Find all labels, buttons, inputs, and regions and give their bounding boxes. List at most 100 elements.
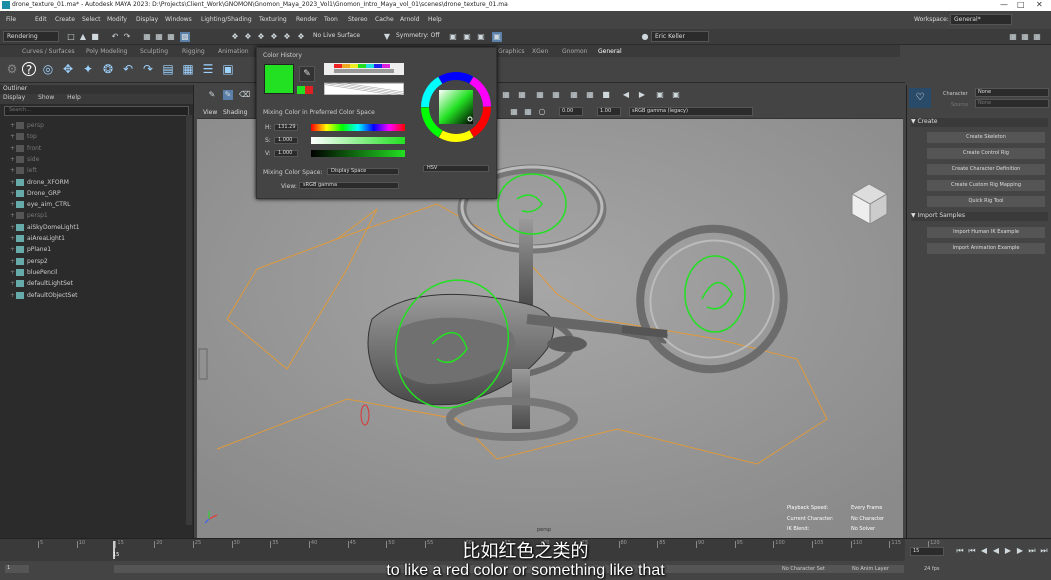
hue-field[interactable]: 131.29 xyxy=(274,124,298,131)
viewport-aa-icon[interactable]: ▣ xyxy=(671,90,681,100)
character-dropdown[interactable]: None xyxy=(975,88,1049,97)
menu-modify[interactable]: Modify xyxy=(107,16,127,23)
snap-point-icon[interactable]: ❖ xyxy=(256,32,266,42)
viewport-colorspace-dropdown[interactable]: sRGB gamma (legacy) xyxy=(629,107,753,116)
menu-lighting-shading[interactable]: Lighting/Shading xyxy=(201,16,252,23)
viewport-exposure-field[interactable]: 0.00 xyxy=(559,107,583,116)
menu-stereo[interactable]: Stereo xyxy=(348,16,368,23)
eyedropper-icon[interactable]: ✎ xyxy=(299,66,315,82)
viewport-film-gate-icon[interactable]: ▦ xyxy=(535,90,545,100)
hue-slider[interactable] xyxy=(311,124,405,131)
shelf-hypershade-icon[interactable]: ▣ xyxy=(221,62,235,76)
value-slider[interactable] xyxy=(311,150,405,157)
select-component-icon[interactable]: ▦ xyxy=(166,32,176,42)
viewport-safe-icon[interactable]: ▦ xyxy=(569,90,579,100)
minimize-icon[interactable]: — xyxy=(1000,0,1008,10)
save-scene-icon[interactable]: ■ xyxy=(90,32,100,42)
outliner-item[interactable]: + persp2 xyxy=(10,257,48,269)
redo-icon[interactable]: ↷ xyxy=(122,32,132,42)
import-human-ik-button[interactable]: Import Human IK Example xyxy=(927,227,1045,238)
snap-view-icon[interactable]: ❖ xyxy=(282,32,292,42)
outliner-item[interactable]: + drone_XFORM xyxy=(10,178,69,190)
viewport-shade-icon[interactable]: ▦ xyxy=(509,107,519,117)
shelf-tab-animation[interactable]: Animation xyxy=(218,48,249,55)
open-scene-icon[interactable]: ▲ xyxy=(78,32,88,42)
viewport-isolate-icon[interactable]: ▦ xyxy=(585,90,595,100)
viewport-wire-icon[interactable]: ▦ xyxy=(523,107,533,117)
menu-edit[interactable]: Edit xyxy=(35,16,47,23)
outliner-item[interactable]: + side xyxy=(10,155,39,167)
saturation-field[interactable]: 1.000 xyxy=(274,137,298,144)
menu-windows[interactable]: Windows xyxy=(165,16,192,23)
undo-icon[interactable]: ↶ xyxy=(110,32,120,42)
shelf-tab-rigging[interactable]: Rigging xyxy=(182,48,205,55)
viewport-gamma-field[interactable]: 1.00 xyxy=(597,107,621,116)
create-character-definition-button[interactable]: Create Character Definition xyxy=(927,164,1045,175)
menu-arnold[interactable]: Arnold xyxy=(400,16,419,23)
outliner-item[interactable]: + aiSkyDomeLight1 xyxy=(10,223,80,235)
user-account-dropdown[interactable]: Eric Keller xyxy=(651,31,709,42)
shelf-tab-general[interactable]: General xyxy=(598,48,622,55)
outliner-item[interactable]: + persp1 xyxy=(10,212,48,223)
viewport-grid-icon[interactable]: ▦ xyxy=(517,90,527,100)
viewport-xray-icon[interactable]: ■ xyxy=(601,90,611,100)
shelf-tab-graphics[interactable]: Graphics xyxy=(498,48,525,55)
source-dropdown[interactable]: None xyxy=(975,99,1049,108)
viewport-frame-icon[interactable]: ▦ xyxy=(501,90,511,100)
workspace-dropdown[interactable]: General* xyxy=(950,14,1012,25)
shelf-undo-icon[interactable]: ↶ xyxy=(121,62,135,76)
history-swatch-green[interactable] xyxy=(297,86,305,94)
shelf-layout-icon[interactable]: ▦ xyxy=(181,62,195,76)
color-mode-dropdown[interactable]: HSV xyxy=(423,165,489,172)
outliner-item[interactable]: + left xyxy=(10,167,37,178)
history-swatch-red[interactable] xyxy=(305,86,313,94)
viewport-menu-view[interactable]: View xyxy=(203,109,217,116)
view-dropdown[interactable]: sRGB gamma xyxy=(299,182,399,189)
outliner-search-input[interactable]: Search... xyxy=(4,106,189,116)
new-scene-icon[interactable]: □ xyxy=(66,32,76,42)
render-view-icon[interactable]: ▣ xyxy=(448,32,458,42)
menu-help[interactable]: Help xyxy=(428,16,442,23)
menu-toon[interactable]: Toon xyxy=(324,16,338,23)
shelf-rotate-icon[interactable]: ❂ xyxy=(101,62,115,76)
ipr-icon[interactable]: ▣ xyxy=(476,32,486,42)
create-custom-rig-mapping-button[interactable]: Create Custom Rig Mapping xyxy=(927,180,1045,191)
outliner-menu-display[interactable]: Display xyxy=(3,94,25,101)
viewport-brush-icon[interactable]: ✎ xyxy=(223,90,233,100)
create-skeleton-button[interactable]: Create Skeleton xyxy=(927,132,1045,143)
select-hierarchy-icon[interactable]: ▦ xyxy=(142,32,152,42)
snap-grid-icon[interactable]: ❖ xyxy=(230,32,240,42)
shelf-tab-gnomon[interactable]: Gnomon xyxy=(562,48,587,55)
viewport-screen-space-icon[interactable]: ▣ xyxy=(655,90,665,100)
shelf-tab-curves[interactable]: Curves / Surfaces xyxy=(22,48,75,55)
quick-rig-tool-button[interactable]: Quick Rig Tool xyxy=(927,196,1045,207)
viewport-prev-icon[interactable]: ◀ xyxy=(621,90,631,100)
shelf-tab-sculpting[interactable]: Sculpting xyxy=(140,48,168,55)
close-icon[interactable]: ✕ xyxy=(1036,0,1043,10)
shelf-gear-icon[interactable]: ⚙ xyxy=(5,62,19,76)
maximize-icon[interactable]: □ xyxy=(1017,0,1025,10)
render-settings-icon[interactable]: ▣ xyxy=(492,32,502,42)
symmetry-icon[interactable]: ▼ xyxy=(382,32,392,42)
create-section-header[interactable]: ▼ Create xyxy=(911,118,1048,127)
shelf-tab-poly[interactable]: Poly Modeling xyxy=(86,48,128,55)
snap-surface-icon[interactable]: ❖ xyxy=(269,32,279,42)
import-section-header[interactable]: ▼ Import Samples xyxy=(911,212,1048,221)
symmetry-field[interactable]: Symmetry: Off xyxy=(393,31,445,42)
create-control-rig-button[interactable]: Create Control Rig xyxy=(927,148,1045,159)
shelf-tab-xgen[interactable]: XGen xyxy=(532,48,548,55)
modeling-toolkit-icon[interactable]: ▦ xyxy=(1008,32,1018,42)
attribute-editor-icon[interactable]: ▦ xyxy=(1020,32,1030,42)
viewport-menu-shading[interactable]: Shading xyxy=(223,109,247,116)
shelf-list-icon[interactable]: ☰ xyxy=(201,62,215,76)
snap-curve-icon[interactable]: ❖ xyxy=(243,32,253,42)
render-frame-icon[interactable]: ▣ xyxy=(462,32,472,42)
shelf-redo-icon[interactable]: ↷ xyxy=(141,62,155,76)
outliner-item[interactable]: + top xyxy=(10,133,37,144)
menu-cache[interactable]: Cache xyxy=(375,16,394,23)
viewport-resolution-icon[interactable]: ▦ xyxy=(551,90,561,100)
outliner-item[interactable]: + eye_aim_CTRL xyxy=(10,201,71,212)
shelf-delete-icon[interactable]: ▤ xyxy=(161,62,175,76)
outliner-scrollbar[interactable] xyxy=(186,115,192,525)
menu-select[interactable]: Select xyxy=(82,16,101,23)
